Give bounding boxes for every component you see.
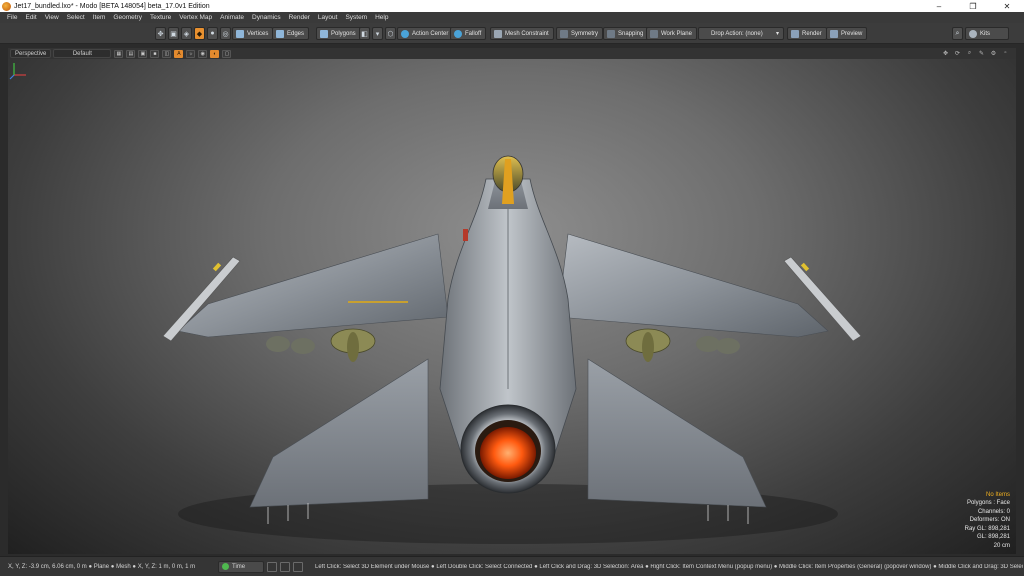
- menu-dynamics[interactable]: Dynamics: [248, 14, 285, 21]
- minimize-button[interactable]: –: [922, 0, 956, 12]
- info-ray-gl: Ray GL: 898,281: [964, 525, 1010, 532]
- texture-icon[interactable]: ◫: [162, 49, 172, 58]
- vertices-button[interactable]: Vertices: [232, 27, 274, 40]
- menu-bar: File Edit View Select Item Geometry Text…: [0, 12, 1024, 23]
- materials-icon[interactable]: ●: [207, 27, 218, 40]
- status-bar: X, Y, Z: -3.9 cm, 6.06 cm, 0 m ● Plane ●…: [0, 556, 1024, 576]
- jet-render: [162, 155, 862, 544]
- info-gl: GL: 898,281: [976, 534, 1010, 540]
- engine-exhaust: [460, 404, 556, 494]
- playback-icon[interactable]: [280, 561, 290, 572]
- axis-gizmo-icon: [9, 63, 26, 80]
- view-mode-selector[interactable]: Perspective: [10, 49, 52, 58]
- auto-select-icon[interactable]: ◆: [194, 27, 205, 40]
- clock-icon: [222, 563, 229, 570]
- edges-button[interactable]: Edges: [272, 27, 310, 40]
- maximize-viewport-icon[interactable]: ▫: [1001, 49, 1010, 57]
- close-button[interactable]: ✕: [990, 0, 1024, 12]
- advanced-shading-icon[interactable]: A: [174, 49, 184, 58]
- main-toolbar: ✥ ▣ ◈ ◆ ● ◎ Vertices Edges Polygons ◧ ▾ …: [0, 23, 1024, 44]
- shading-selector[interactable]: Default: [53, 49, 112, 58]
- menu-item[interactable]: Item: [89, 14, 110, 21]
- window-controls: – ❐ ✕: [922, 0, 1024, 12]
- falloff-icon: [454, 29, 462, 38]
- wireframe-icon[interactable]: ▣: [138, 49, 148, 58]
- snapping-button[interactable]: Snapping: [603, 27, 649, 40]
- search-icon[interactable]: ⌕: [952, 27, 963, 40]
- render-icon: [791, 29, 799, 38]
- layout-split-icon[interactable]: ▤: [126, 49, 136, 58]
- options-icon[interactable]: ◐: [210, 49, 220, 58]
- mesh-constraint-icon: [494, 29, 502, 38]
- menu-animate[interactable]: Animate: [216, 14, 248, 21]
- menu-view[interactable]: View: [41, 14, 63, 21]
- maximize-button[interactable]: ❐: [956, 0, 990, 12]
- work-plane-icon: [650, 29, 658, 38]
- info-scale: 20 cm: [993, 542, 1010, 549]
- lights-icon[interactable]: ☼: [186, 49, 196, 58]
- zoom-icon[interactable]: ⌕: [965, 49, 974, 57]
- viewport-nav-controls: ✥ ⟳ ⌕ ✎ ⚙ ▫: [938, 49, 1010, 57]
- menu-file[interactable]: File: [3, 14, 21, 21]
- mesh-constraint-button[interactable]: Mesh Constraint: [490, 27, 554, 40]
- info-polygons: Polygons : Face: [966, 500, 1010, 506]
- menu-geometry[interactable]: Geometry: [109, 14, 146, 21]
- action-center-icon: [401, 29, 409, 38]
- preview-button[interactable]: Preview: [826, 27, 868, 40]
- gear-icon[interactable]: ⚙: [989, 49, 998, 57]
- menu-edit[interactable]: Edit: [21, 14, 40, 21]
- edges-icon: [276, 29, 284, 38]
- menu-help[interactable]: Help: [371, 14, 392, 21]
- menu-select[interactable]: Select: [63, 14, 89, 21]
- menu-system[interactable]: System: [341, 14, 371, 21]
- component-mode-icon[interactable]: ◧: [359, 27, 370, 40]
- layout-grid-icon[interactable]: ▦: [114, 49, 124, 58]
- snapping-icon: [607, 29, 615, 38]
- menu-render[interactable]: Render: [285, 14, 314, 21]
- camera-icon[interactable]: ✎: [977, 49, 986, 57]
- key-icon[interactable]: [293, 561, 303, 572]
- solid-icon[interactable]: ■: [150, 49, 160, 58]
- drop-action-dropdown[interactable]: Drop Action: (none) ▾: [698, 27, 784, 40]
- visibility-icon[interactable]: ◉: [198, 49, 208, 58]
- window-title: Jet17_bundled.lxo* - Modo [BETA 148054] …: [14, 2, 210, 10]
- polygons-icon: [320, 29, 328, 38]
- kits-button[interactable]: Kits: [965, 27, 1009, 40]
- pivot-icon[interactable]: ◎: [220, 27, 231, 40]
- select-item-icon[interactable]: ▣: [168, 27, 179, 40]
- work-plane-button[interactable]: Work Plane: [646, 27, 697, 40]
- render-button[interactable]: Render: [787, 27, 827, 40]
- coordinate-readout: X, Y, Z: -3.9 cm, 6.06 cm, 0 m ● Plane ●…: [8, 563, 196, 570]
- timeline-icon[interactable]: [267, 561, 277, 572]
- drag-icon[interactable]: ⬡: [385, 27, 396, 40]
- action-center-button[interactable]: Action Center: [397, 27, 454, 40]
- select-mesh-icon[interactable]: ◈: [181, 27, 192, 40]
- menu-texture[interactable]: Texture: [146, 14, 175, 21]
- kits-icon: [969, 29, 977, 38]
- modo-app-icon: [2, 1, 11, 11]
- symmetry-icon: [560, 29, 568, 38]
- chevron-down-icon: ▾: [775, 31, 779, 37]
- info-channels: Channels: 0: [977, 508, 1010, 515]
- overlay-icon[interactable]: ▢: [222, 49, 232, 58]
- time-button[interactable]: Time: [218, 560, 264, 573]
- rotate-icon[interactable]: ⟳: [953, 49, 962, 57]
- menu-layout[interactable]: Layout: [314, 14, 342, 21]
- viewport-header: Perspective Default ▦ ▤ ▣ ■ ◫ A ☼ ◉ ◐ ▢ …: [8, 48, 1016, 59]
- scene-info-overlay: No Items Polygons : Face Channels: 0 Def…: [965, 491, 1010, 551]
- vertices-icon: [236, 29, 244, 38]
- symmetry-button[interactable]: Symmetry: [556, 27, 603, 40]
- info-items: No Items: [985, 491, 1010, 498]
- menu-vertex-map[interactable]: Vertex Map: [175, 14, 216, 21]
- component-dropdown-icon[interactable]: ▾: [372, 27, 383, 40]
- mouse-hint-text: Left Click: Select 3D Element under Mous…: [315, 563, 1023, 570]
- window-titlebar: Jet17_bundled.lxo* - Modo [BETA 148054] …: [0, 0, 1024, 12]
- polygons-button[interactable]: Polygons: [316, 27, 361, 40]
- 3d-viewport[interactable]: No Items Polygons : Face Channels: 0 Def…: [8, 59, 1016, 554]
- select-mode-icon[interactable]: ✥: [155, 27, 166, 40]
- pan-icon[interactable]: ✥: [941, 49, 950, 57]
- falloff-button[interactable]: Falloff: [450, 27, 487, 40]
- info-deformers: Deformers: ON: [969, 517, 1010, 523]
- preview-icon: [830, 29, 838, 38]
